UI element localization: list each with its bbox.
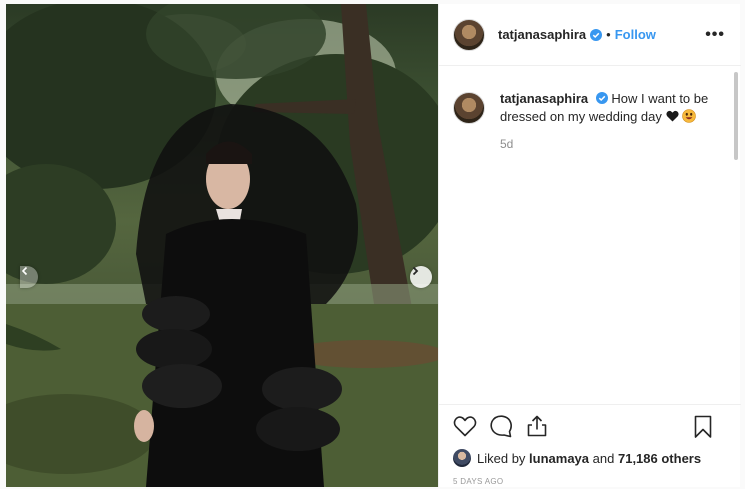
verified-badge-icon xyxy=(595,92,608,104)
comment-bubble-icon xyxy=(490,415,512,438)
caption-time-ago[interactable]: 5d xyxy=(500,135,710,153)
bookmark-icon xyxy=(694,415,712,438)
comments-scrollbar[interactable] xyxy=(734,72,738,160)
more-options-icon[interactable]: ••• xyxy=(705,26,725,44)
save-button[interactable] xyxy=(691,415,715,439)
carousel-next-button[interactable] xyxy=(410,266,432,288)
post-photo-illustration xyxy=(6,4,438,487)
liked-by-prefix: Liked by xyxy=(477,450,526,466)
comment-button[interactable] xyxy=(489,414,513,438)
action-icons-row xyxy=(453,413,725,439)
caption-row: tatjanasaphira How I want to be dressed … xyxy=(453,90,725,153)
post-header: tatjanasaphira • Follow ••• xyxy=(439,4,741,66)
post-side-panel: tatjanasaphira • Follow ••• tatjanasaphi… xyxy=(438,4,741,487)
post-date[interactable]: 5 DAYS AGO xyxy=(453,477,725,486)
heart-outline-icon xyxy=(453,416,477,437)
comments-area: tatjanasaphira How I want to be dressed … xyxy=(439,66,741,404)
caption-username[interactable]: tatjanasaphira xyxy=(500,91,588,106)
smiling-face-emoji xyxy=(682,109,696,123)
post-actions: Liked by lunamaya and 71,186 others 5 DA… xyxy=(439,404,741,487)
chevron-left-icon xyxy=(21,266,28,276)
liked-by-count[interactable]: 71,186 others xyxy=(618,451,701,466)
verified-badge-icon xyxy=(590,28,603,41)
follow-button[interactable]: Follow xyxy=(615,27,656,42)
caption-avatar[interactable] xyxy=(453,92,485,124)
author-username[interactable]: tatjanasaphira xyxy=(498,27,586,42)
share-button[interactable] xyxy=(525,414,549,438)
liked-by-user[interactable]: lunamaya xyxy=(529,451,589,466)
liked-by-connector: and xyxy=(592,450,615,466)
caption: tatjanasaphira How I want to be dressed … xyxy=(500,90,710,153)
like-button[interactable] xyxy=(453,414,477,438)
likes-summary: Liked by lunamaya and 71,186 others xyxy=(453,449,725,467)
chevron-right-icon xyxy=(412,266,419,276)
author-avatar[interactable] xyxy=(453,18,485,51)
black-heart-emoji xyxy=(665,110,679,122)
header-separator: • xyxy=(606,27,611,42)
liker-avatar[interactable] xyxy=(453,449,471,467)
post-modal: tatjanasaphira • Follow ••• tatjanasaphi… xyxy=(0,0,745,489)
share-upload-icon xyxy=(527,415,547,437)
post-photo[interactable] xyxy=(6,4,438,487)
